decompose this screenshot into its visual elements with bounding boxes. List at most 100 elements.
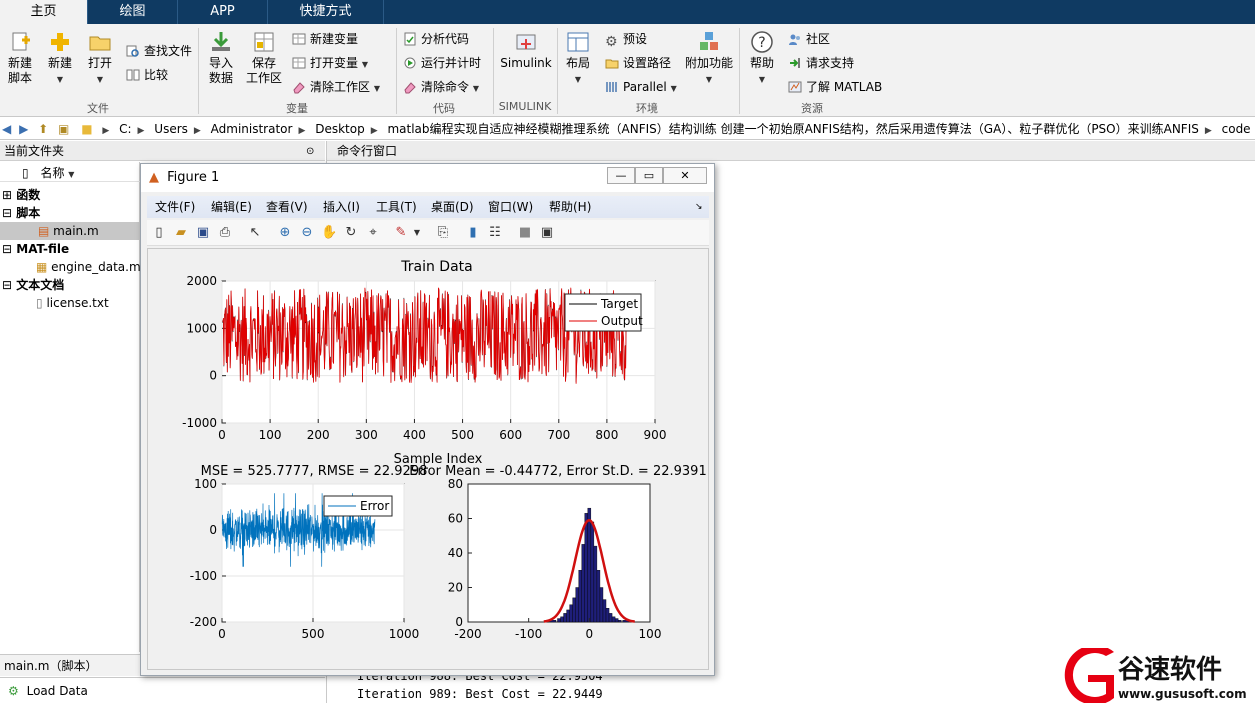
- collapse-icon[interactable]: ⊟: [2, 278, 12, 292]
- toolstrip-ribbon: 新建 脚本 新建 ▼ 打开 ▼ 查找文件 比较 文件 导入 数据 保存 工作区 新建…: [0, 24, 1255, 117]
- figure-title-bar[interactable]: ▲ Figure 1 — ▭ ✕: [141, 164, 714, 192]
- community-button[interactable]: 社区: [788, 30, 830, 48]
- addons-button[interactable]: 附加功能 ▼: [684, 30, 734, 87]
- panel-menu-icon[interactable]: ⊙: [306, 142, 314, 162]
- set-path-button[interactable]: 设置路径: [605, 54, 671, 72]
- group-functions[interactable]: ⊞ 函数: [0, 186, 40, 204]
- train-data-xtick-label: 100: [259, 428, 282, 442]
- save-workspace-button[interactable]: 保存 工作区: [244, 30, 284, 86]
- simulink-button[interactable]: Simulink: [500, 30, 552, 71]
- menu-insert[interactable]: 插入(I): [323, 196, 360, 218]
- file-main-m[interactable]: ▤ main.m: [0, 222, 140, 240]
- group-scripts-label: 脚本: [16, 206, 41, 220]
- group-text-docs[interactable]: ⊟ 文本文档: [0, 276, 64, 294]
- zoom-in-icon[interactable]: ⊕: [277, 225, 293, 241]
- open-button[interactable]: 打开 ▼: [84, 30, 116, 87]
- column-header[interactable]: ▯ 名称 ▼: [0, 164, 140, 182]
- collapse-icon[interactable]: ⊟: [2, 206, 12, 220]
- file-details-bar[interactable]: main.m（脚本）: [0, 654, 140, 676]
- clear-commands-button[interactable]: 清除命令 ▼: [403, 78, 479, 96]
- tab-plots[interactable]: 绘图: [88, 0, 178, 24]
- run-and-time-button[interactable]: 运行并计时: [403, 54, 481, 72]
- plus-icon: [51, 33, 69, 51]
- brush-icon[interactable]: ✎: [393, 225, 409, 241]
- open-file-icon[interactable]: ▰: [173, 225, 189, 241]
- menu-view[interactable]: 查看(V): [266, 196, 308, 218]
- breadcrumb-administrator[interactable]: Administrator: [211, 118, 293, 139]
- link-plot-icon[interactable]: ⎘: [435, 225, 451, 241]
- zoom-out-icon[interactable]: ⊖: [299, 225, 315, 241]
- legend-icon[interactable]: ☷: [487, 225, 503, 241]
- train-data-xtick-label: 600: [499, 428, 522, 442]
- dock-icon[interactable]: ↘: [695, 196, 703, 218]
- new-script-button[interactable]: 新建 脚本: [4, 30, 36, 86]
- maximize-button[interactable]: ▭: [635, 167, 663, 184]
- browse-folder-icon[interactable]: ▣: [58, 118, 69, 139]
- open-variable-button[interactable]: 打开变量 ▼: [292, 54, 368, 72]
- file-license[interactable]: ▯ license.txt: [0, 294, 109, 312]
- analyze-code-button[interactable]: 分析代码: [403, 30, 469, 48]
- file-engine-data[interactable]: ▦ engine_data.m: [0, 258, 141, 276]
- group-scripts[interactable]: ⊟ 脚本: [0, 204, 40, 222]
- expand-icon[interactable]: ⊞: [2, 188, 12, 202]
- group-divider: [198, 28, 199, 114]
- print-icon[interactable]: ⎙: [217, 225, 233, 241]
- pan-hand-icon[interactable]: ✋: [321, 225, 337, 241]
- group-mat-file[interactable]: ⊟ MAT-file: [0, 240, 69, 258]
- preferences-button[interactable]: ⚙ 预设: [605, 30, 647, 49]
- save-icon[interactable]: ▣: [195, 225, 211, 241]
- colorbar-icon[interactable]: ▮: [465, 225, 481, 241]
- help-button[interactable]: ? 帮助 ▼: [746, 30, 778, 87]
- menu-window[interactable]: 窗口(W): [488, 196, 533, 218]
- menu-tools[interactable]: 工具(T): [376, 196, 417, 218]
- breadcrumb-desktop[interactable]: Desktop: [315, 118, 365, 139]
- menu-help[interactable]: 帮助(H): [549, 196, 591, 218]
- compare-button[interactable]: 比较: [126, 66, 168, 84]
- simulink-label: Simulink: [500, 56, 552, 70]
- breadcrumb-users[interactable]: Users: [154, 118, 188, 139]
- train-data-xtick-label: 700: [547, 428, 570, 442]
- breadcrumb-c[interactable]: C:: [119, 118, 131, 139]
- minimize-button[interactable]: —: [607, 167, 635, 184]
- figure-window[interactable]: ▲ Figure 1 — ▭ ✕ 文件(F) 编辑(E) 查看(V) 插入(I)…: [140, 163, 715, 676]
- train-data-xtick-label: 400: [403, 428, 426, 442]
- show-plot-tools-icon[interactable]: ▣: [539, 225, 555, 241]
- tab-home[interactable]: 主页: [0, 0, 88, 24]
- train-data-xtick-label: 0: [218, 428, 226, 442]
- error-xtick-label: 1000: [389, 627, 420, 641]
- new-variable-button[interactable]: 新建变量: [292, 30, 358, 48]
- find-files-button[interactable]: 查找文件: [126, 42, 192, 60]
- save-workspace-icon: [254, 32, 274, 52]
- parallel-button[interactable]: Parallel ▼: [605, 78, 677, 96]
- file-details-panel: ⚙ Load Data: [0, 677, 325, 703]
- collapse-icon[interactable]: ⊟: [2, 242, 12, 256]
- breadcrumb-code[interactable]: code: [1222, 118, 1251, 139]
- new-figure-icon[interactable]: ▯: [151, 225, 167, 241]
- import-data-button[interactable]: 导入 数据: [204, 30, 238, 86]
- chevron-down-icon[interactable]: ▼: [409, 225, 425, 241]
- histogram-xtick-label: -100: [515, 627, 542, 641]
- menu-file[interactable]: 文件(F): [155, 196, 195, 218]
- file-license-label: license.txt: [46, 296, 109, 310]
- rotate-3d-icon[interactable]: ↻: [343, 225, 359, 241]
- request-support-button[interactable]: 请求支持: [788, 54, 854, 72]
- data-cursor-icon[interactable]: ⌖: [365, 225, 381, 241]
- back-arrow-icon[interactable]: ◀: [2, 118, 11, 139]
- clear-workspace-button[interactable]: 清除工作区 ▼: [292, 78, 380, 96]
- breadcrumb-project[interactable]: matlab编程实现自适应神经模糊推理系统（ANFIS）结构训练 创建一个初始原…: [387, 118, 1198, 139]
- histogram-bar: [590, 521, 595, 623]
- close-button[interactable]: ✕: [663, 167, 707, 184]
- select-arrow-icon[interactable]: ↖: [247, 225, 263, 241]
- tab-apps[interactable]: APP: [178, 0, 268, 24]
- menu-desktop[interactable]: 桌面(D): [431, 196, 474, 218]
- new-button[interactable]: 新建 ▼: [44, 30, 76, 87]
- tab-shortcuts[interactable]: 快捷方式: [268, 0, 384, 24]
- forward-arrow-icon[interactable]: ▶: [19, 118, 28, 139]
- learn-matlab-button[interactable]: 了解 MATLAB: [788, 78, 882, 96]
- menu-edit[interactable]: 编辑(E): [211, 196, 252, 218]
- group-mat-file-label: MAT-file: [16, 242, 70, 256]
- layout-button[interactable]: 布局 ▼: [562, 30, 594, 87]
- up-folder-icon[interactable]: ⬆: [38, 118, 48, 139]
- histogram-bar: [566, 609, 570, 623]
- hide-plot-tools-icon[interactable]: ■: [517, 225, 533, 241]
